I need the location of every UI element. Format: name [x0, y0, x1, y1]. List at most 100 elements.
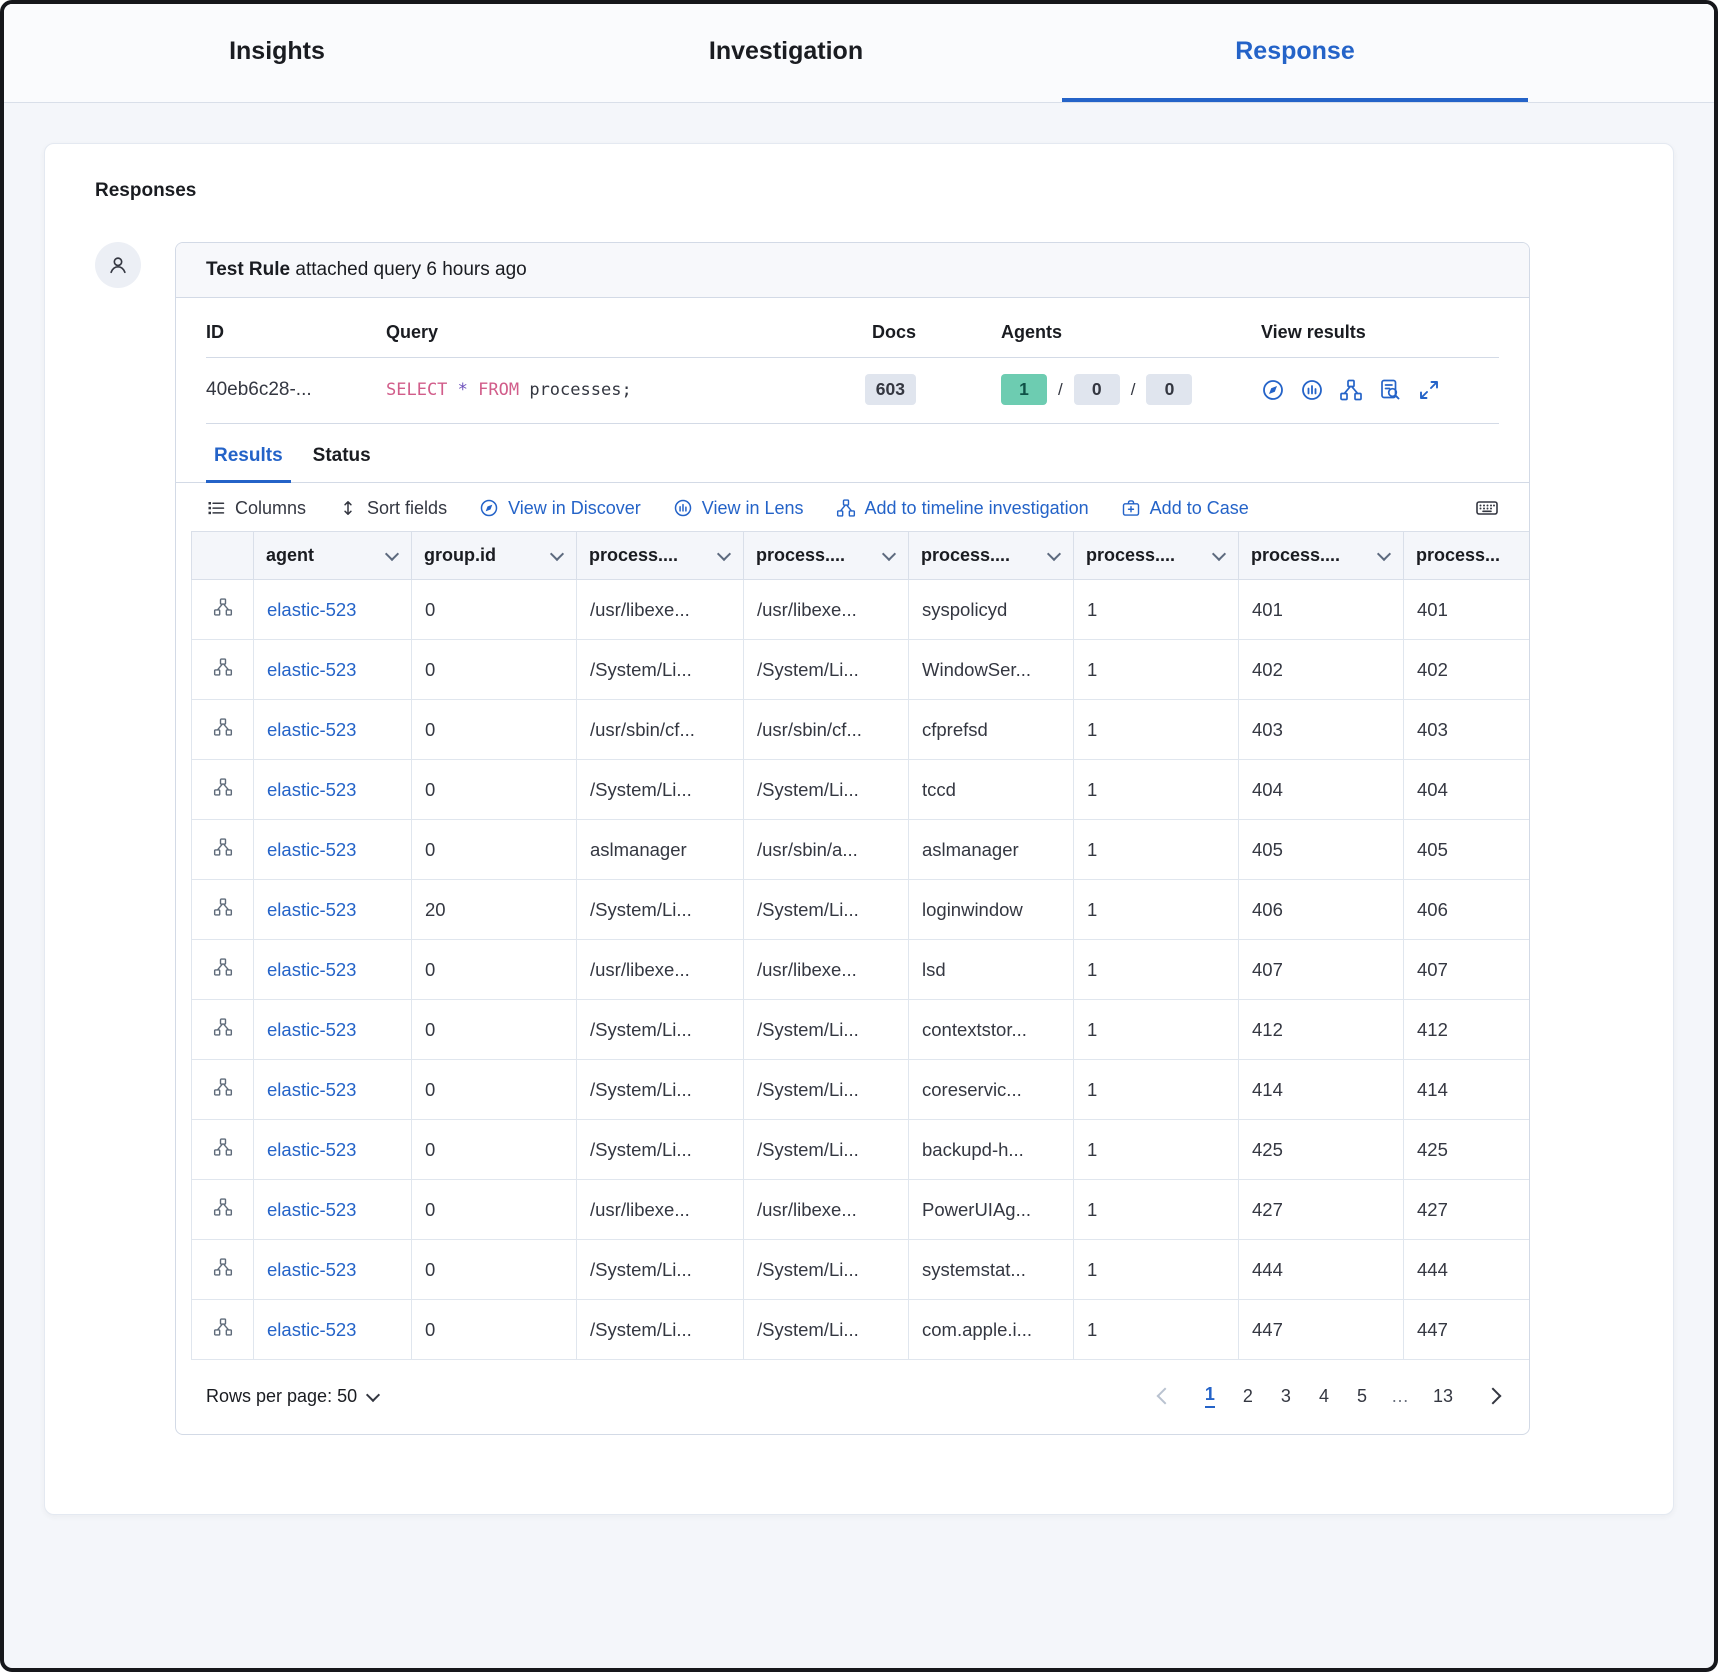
- open-in-timeline-cell[interactable]: [192, 1300, 254, 1360]
- grid-cell: PowerUIAg...: [909, 1180, 1074, 1240]
- timeline-icon: [213, 1197, 233, 1217]
- agent-link[interactable]: elastic-523: [254, 760, 412, 820]
- agent-link[interactable]: elastic-523: [254, 880, 412, 940]
- next-page-button[interactable]: [1485, 1388, 1502, 1405]
- grid-cell: syspolicyd: [909, 580, 1074, 640]
- grid-cell: com.apple.i...: [909, 1300, 1074, 1360]
- view-in-lens-link[interactable]: View in Lens: [673, 498, 804, 519]
- grid-cell: 0: [412, 1180, 577, 1240]
- timeline-icon: [213, 657, 233, 677]
- open-in-timeline-cell[interactable]: [192, 880, 254, 940]
- agent-link[interactable]: elastic-523: [254, 1180, 412, 1240]
- agent-link[interactable]: elastic-523: [254, 940, 412, 1000]
- grid-cell: 1: [1074, 820, 1239, 880]
- rows-per-page-button[interactable]: Rows per page: 50: [206, 1386, 378, 1407]
- grid-cell: 406: [1239, 880, 1404, 940]
- sort-fields-button[interactable]: Sort fields: [338, 498, 447, 519]
- column-header-groupid[interactable]: group.id: [412, 532, 577, 580]
- view-in-lens-icon[interactable]: [1300, 378, 1324, 402]
- column-header-agent[interactable]: agent: [254, 532, 412, 580]
- tab-status[interactable]: Status: [305, 428, 379, 483]
- agent-link[interactable]: elastic-523: [254, 1000, 412, 1060]
- header-docs: Docs: [856, 322, 916, 343]
- page-title: Responses: [95, 180, 1648, 202]
- page-2-button[interactable]: 2: [1243, 1386, 1253, 1407]
- open-in-timeline-cell[interactable]: [192, 580, 254, 640]
- grid-cell: 404: [1239, 760, 1404, 820]
- agent-link[interactable]: elastic-523: [254, 700, 412, 760]
- open-in-timeline-cell[interactable]: [192, 1240, 254, 1300]
- grid-cell: lsd: [909, 940, 1074, 1000]
- grid-cell: 0: [412, 700, 577, 760]
- grid-cell: 1: [1074, 580, 1239, 640]
- agent-link[interactable]: elastic-523: [254, 1300, 412, 1360]
- grid-cell: /usr/libexe...: [577, 940, 744, 1000]
- grid-cell: /System/Li...: [577, 760, 744, 820]
- open-in-timeline-cell[interactable]: [192, 1180, 254, 1240]
- column-header-process[interactable]: process....: [744, 532, 909, 580]
- page-13-button[interactable]: 13: [1433, 1386, 1453, 1407]
- grid-cell: aslmanager: [577, 820, 744, 880]
- expand-icon[interactable]: [1417, 378, 1441, 402]
- column-header-process[interactable]: process....: [909, 532, 1074, 580]
- tab-insights[interactable]: Insights: [44, 4, 510, 102]
- view-in-discover-icon[interactable]: [1261, 378, 1285, 402]
- agent-link[interactable]: elastic-523: [254, 580, 412, 640]
- grid-cell: /System/Li...: [577, 1240, 744, 1300]
- column-header-process[interactable]: process...: [1404, 532, 1530, 580]
- page-4-button[interactable]: 4: [1319, 1386, 1329, 1407]
- open-in-timeline-cell[interactable]: [192, 640, 254, 700]
- grid-cell: /usr/sbin/a...: [744, 820, 909, 880]
- view-in-discover-link[interactable]: View in Discover: [479, 498, 641, 519]
- sort-icon: [338, 498, 358, 518]
- grid-cell: 0: [412, 1120, 577, 1180]
- agents-failed-badge: 0: [1146, 374, 1192, 405]
- open-in-timeline-cell[interactable]: [192, 700, 254, 760]
- timeline-icon: [213, 1257, 233, 1277]
- agent-link[interactable]: elastic-523: [254, 1120, 412, 1180]
- page-5-button[interactable]: 5: [1357, 1386, 1367, 1407]
- grid-cell: WindowSer...: [909, 640, 1074, 700]
- add-to-timeline-link[interactable]: Add to timeline investigation: [836, 498, 1089, 519]
- grid-cell: 405: [1239, 820, 1404, 880]
- table-row: elastic-5230/usr/libexe.../usr/libexe...…: [192, 940, 1530, 1000]
- grid-cell: /System/Li...: [744, 640, 909, 700]
- rule-name: Test Rule: [206, 259, 290, 280]
- add-to-timeline-icon[interactable]: [1339, 378, 1363, 402]
- grid-cell: /System/Li...: [744, 1000, 909, 1060]
- page-3-button[interactable]: 3: [1281, 1386, 1291, 1407]
- open-in-timeline-cell[interactable]: [192, 1120, 254, 1180]
- header-agents: Agents: [1001, 322, 1261, 343]
- open-in-timeline-cell[interactable]: [192, 820, 254, 880]
- case-icon: [1121, 498, 1141, 518]
- inspect-icon[interactable]: [1378, 378, 1402, 402]
- column-header-process[interactable]: process....: [577, 532, 744, 580]
- add-to-case-link[interactable]: Add to Case: [1121, 498, 1249, 519]
- timeline-icon: [213, 597, 233, 617]
- agent-link[interactable]: elastic-523: [254, 640, 412, 700]
- columns-button[interactable]: Columns: [206, 498, 306, 519]
- grid-cell: /System/Li...: [744, 1120, 909, 1180]
- open-in-timeline-cell[interactable]: [192, 760, 254, 820]
- agent-link[interactable]: elastic-523: [254, 1060, 412, 1120]
- grid-cell: 1: [1074, 640, 1239, 700]
- grid-cell: 1: [1074, 1000, 1239, 1060]
- agent-link[interactable]: elastic-523: [254, 820, 412, 880]
- open-in-timeline-cell[interactable]: [192, 1060, 254, 1120]
- agent-link[interactable]: elastic-523: [254, 1240, 412, 1300]
- grid-cell: 1: [1074, 1060, 1239, 1120]
- open-in-timeline-cell[interactable]: [192, 940, 254, 1000]
- page-1-button[interactable]: 1: [1205, 1384, 1215, 1408]
- column-header-process[interactable]: process....: [1239, 532, 1404, 580]
- previous-page-button[interactable]: [1156, 1388, 1173, 1405]
- keyboard-shortcuts-button[interactable]: [1475, 496, 1499, 520]
- view-results-actions: [1261, 378, 1499, 402]
- grid-cell: 1: [1074, 940, 1239, 1000]
- open-in-timeline-cell[interactable]: [192, 1000, 254, 1060]
- column-header-process[interactable]: process....: [1074, 532, 1239, 580]
- tab-response[interactable]: Response: [1062, 4, 1528, 102]
- grid-cell: /System/Li...: [744, 1060, 909, 1120]
- tab-investigation[interactable]: Investigation: [553, 4, 1019, 102]
- grid-cell: 447: [1239, 1300, 1404, 1360]
- tab-results[interactable]: Results: [206, 428, 291, 483]
